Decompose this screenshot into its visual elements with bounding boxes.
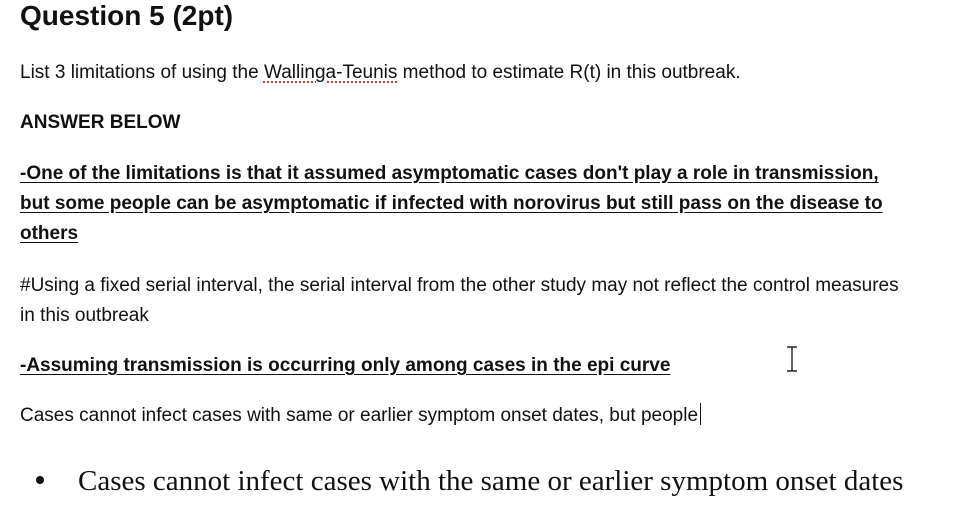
- text-caret: [700, 403, 702, 425]
- question-prompt: List 3 limitations of using the Wallinga…: [20, 58, 741, 88]
- i-beam-cursor-icon: [787, 346, 797, 372]
- limitation-1-line-3: others: [20, 223, 79, 244]
- prompt-term-misspelled[interactable]: Wallinga-Teunis: [264, 62, 397, 83]
- limitation-2-line-1: #Using a fixed serial interval, the seri…: [20, 275, 899, 296]
- limitation-1-line-1: -One of the limitations is that it assum…: [20, 163, 879, 184]
- question-title: Question 5 (2pt): [20, 0, 234, 31]
- prompt-prefix: List 3 limitations of using the: [20, 62, 264, 83]
- document-page: Question 5 (2pt) List 3 limitations of u…: [0, 0, 960, 526]
- bullet-dot-icon: [36, 476, 44, 484]
- limitation-2[interactable]: #Using a fixed serial interval, the seri…: [20, 271, 899, 331]
- limitation-1[interactable]: -One of the limitations is that it assum…: [20, 159, 883, 249]
- draft-text-line[interactable]: Cases cannot infect cases with same or e…: [20, 401, 702, 431]
- draft-text: Cases cannot infect cases with same or e…: [20, 405, 699, 426]
- prompt-suffix: method to estimate R(t) in this outbreak…: [397, 62, 741, 83]
- slide-bullet-text: Cases cannot infect cases with the same …: [78, 465, 904, 497]
- limitation-2-line-2: in this outbreak: [20, 305, 149, 326]
- answer-label: ANSWER BELOW: [20, 112, 181, 133]
- limitation-3[interactable]: -Assuming transmission is occurring only…: [20, 351, 670, 381]
- slide-bullet-item: Cases cannot infect cases with the same …: [36, 461, 903, 501]
- limitation-1-line-2: but some people can be asymptomatic if i…: [20, 193, 883, 214]
